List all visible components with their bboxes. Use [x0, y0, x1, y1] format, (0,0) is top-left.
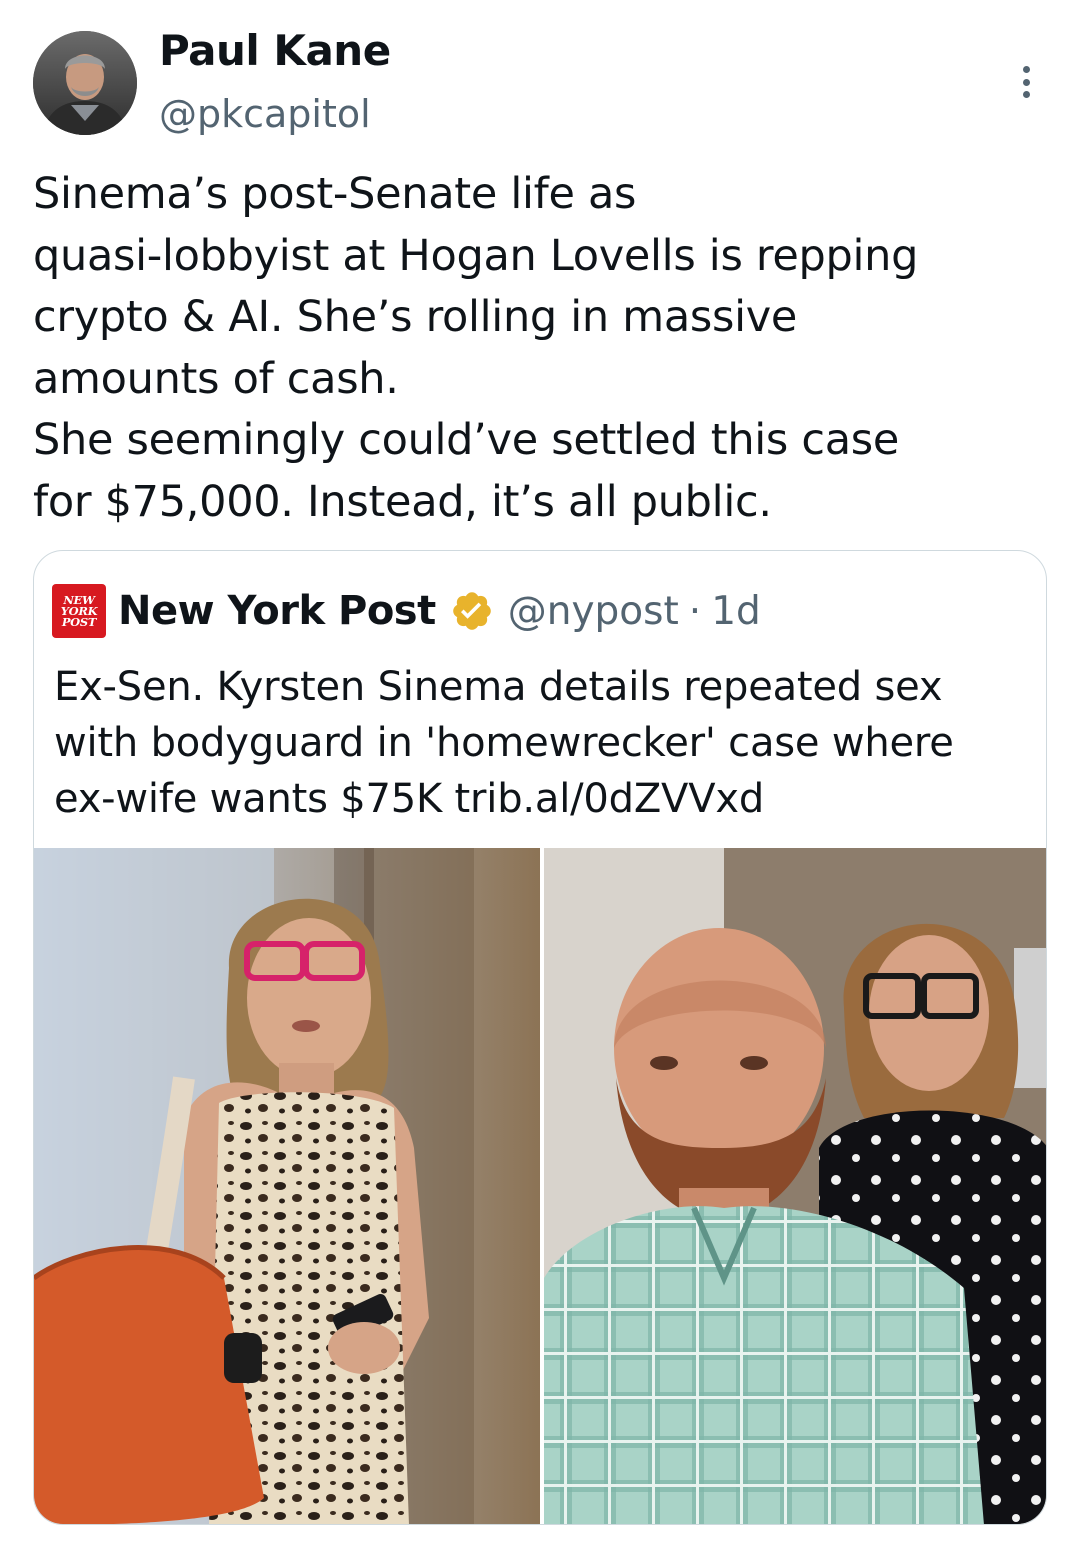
tweet-text-line: quasi-lobbyist at Hogan Lovells is reppi… [33, 230, 919, 281]
quoted-text-line: with bodyguard in 'homewrecker' case whe… [54, 720, 954, 766]
more-options-button[interactable] [1008, 60, 1044, 104]
quoted-tweet-text: Ex-Sen. Kyrsten Sinema details repeated … [54, 659, 1034, 827]
author-avatar[interactable] [33, 31, 137, 135]
quoted-author-name[interactable]: New York Post [118, 588, 436, 634]
tweet-text: Sinema’s post-Senate life as quasi-lobby… [33, 164, 1043, 533]
media-photo-right[interactable] [544, 848, 1046, 1524]
tweet-text-line: amounts of cash. [33, 353, 399, 404]
author-display-name[interactable]: Paul Kane [159, 26, 391, 75]
more-vertical-icon [1022, 66, 1030, 73]
photo-woman-leopard-dress [34, 848, 540, 1524]
author-handle[interactable]: @pkcapitol [159, 92, 371, 136]
quoted-tweet-header: NEW YORK POST New York Post @nypost · 1d [52, 579, 761, 643]
tweet-text-line: for $75,000. Instead, it’s all public. [33, 476, 772, 527]
more-vertical-icon-dot [1022, 78, 1030, 86]
verified-badge-icon [452, 592, 491, 630]
photo-man-plaid-shirt [544, 848, 1046, 1524]
new-york-post-logo[interactable]: NEW YORK POST [52, 584, 106, 638]
tweet-text-line: crypto & AI. She’s rolling in massive [33, 292, 798, 342]
tweet-text-line: Sinema’s post-Senate life as [33, 169, 637, 219]
media-photo-left[interactable] [34, 848, 540, 1524]
quoted-author-handle[interactable]: @nypost [508, 589, 679, 634]
more-vertical-icon-dot [1022, 91, 1030, 98]
meta-separator: · [688, 588, 702, 634]
quoted-text-line: ex-wife wants $75K trib.al/0dZVVxd [54, 776, 765, 822]
quoted-media[interactable] [34, 848, 1046, 1524]
quoted-text-line: Ex-Sen. Kyrsten Sinema details repeated … [54, 664, 943, 710]
quoted-timestamp[interactable]: 1d [711, 589, 761, 634]
quoted-tweet-card[interactable]: NEW YORK POST New York Post @nypost · 1d… [33, 550, 1047, 1525]
avatar-image [33, 31, 137, 135]
tweet-text-line: She seemingly could’ve settled this case [33, 415, 900, 465]
